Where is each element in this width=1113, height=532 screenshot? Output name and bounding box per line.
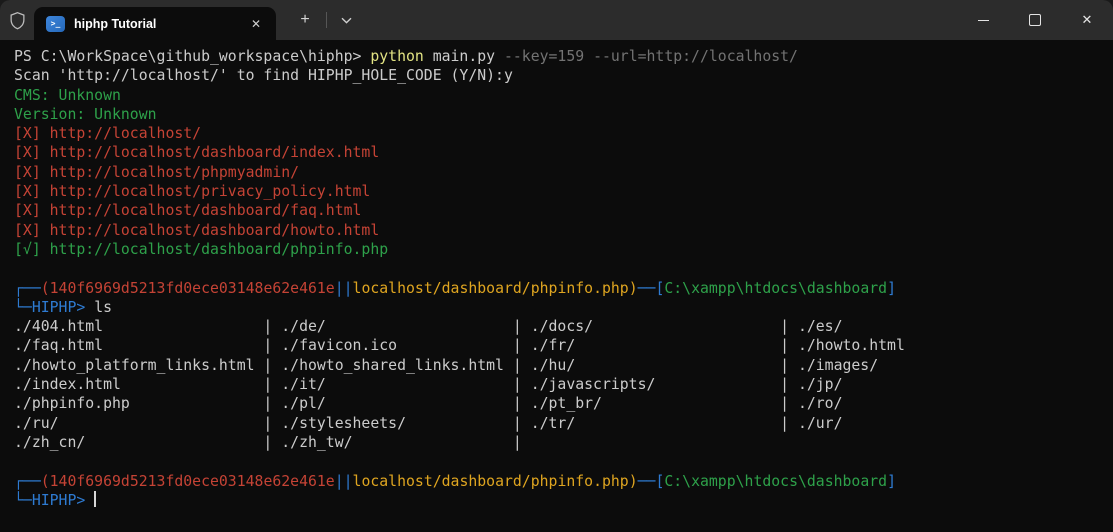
terminal-text: [X] http://localhost/dashboard/howto.htm… xyxy=(14,221,380,239)
tab-dropdown-button[interactable] xyxy=(331,0,361,40)
terminal-line: ./index.html | ./it/ | ./javascripts/ | … xyxy=(14,375,1113,394)
tab-close-icon[interactable]: ✕ xyxy=(244,12,268,36)
terminal-text: [X] http://localhost/phpmyadmin/ xyxy=(14,163,300,181)
terminal-line: [X] http://localhost/dashboard/index.htm… xyxy=(14,143,1113,162)
terminal-text: HIPHP> xyxy=(31,298,86,316)
terminal-line: ┌──(140f6969d5213fd0ece03148e62e461e||lo… xyxy=(14,472,1113,491)
terminal-line: PS C:\WorkSpace\github_workspace\hiphp> … xyxy=(14,47,1113,66)
terminal-text: C:\xampp\htdocs\dashboard xyxy=(664,472,888,490)
terminal-line: [√] http://localhost/dashboard/phpinfo.p… xyxy=(14,240,1113,259)
minimize-icon xyxy=(977,19,989,21)
terminal-text: HIPHP> xyxy=(31,491,86,509)
terminal-text: ./zh_cn/ | ./zh_tw/ | xyxy=(14,433,531,451)
maximize-button[interactable] xyxy=(1009,0,1061,40)
terminal-line: └─HIPHP> xyxy=(14,490,1113,510)
powershell-icon: >_ xyxy=(46,15,65,32)
terminal-text: ./ru/ | ./stylesheets/ | ./tr/ | ./ur/ xyxy=(14,414,843,432)
text-cursor xyxy=(94,490,96,507)
terminal-text: ./howto_platform_links.html | ./howto_sh… xyxy=(14,356,879,374)
terminal-text: └─ xyxy=(14,298,32,316)
terminal-line: ┌──(140f6969d5213fd0ece03148e62e461e||lo… xyxy=(14,279,1113,298)
terminal-text: CMS: Unknown xyxy=(14,86,121,104)
terminal-text: main.py xyxy=(423,48,504,65)
terminal-text: Version: Unknown xyxy=(14,105,157,123)
terminal-text: ./faq.html | ./favicon.ico | ./fr/ | ./h… xyxy=(14,337,905,355)
terminal-line: [X] http://localhost/dashboard/howto.htm… xyxy=(14,221,1113,240)
terminal-text: ls xyxy=(94,298,113,316)
close-button[interactable]: ✕ xyxy=(1061,0,1113,40)
terminal-window: >_ hiphp Tutorial ✕ + ✕ PS C:\WorkSpace\… xyxy=(0,0,1113,532)
terminal-text: Scan 'http://localhost/' to find HIPHP_H… xyxy=(14,67,513,85)
terminal-text: ] xyxy=(887,472,896,490)
terminal-text: ──[ xyxy=(637,472,665,490)
terminal-text: [√] http://localhost/dashboard/phpinfo.p… xyxy=(14,240,389,258)
chevron-down-icon xyxy=(341,17,351,24)
terminal-line: ./ru/ | ./stylesheets/ | ./tr/ | ./ur/ xyxy=(14,414,1113,433)
terminal-text: [X] http://localhost/dashboard/faq.html xyxy=(14,202,362,220)
terminal-line: Scan 'http://localhost/' to find HIPHP_H… xyxy=(14,66,1113,85)
maximize-icon xyxy=(1029,14,1041,26)
terminal-line: [X] http://localhost/ xyxy=(14,124,1113,143)
tab-hiphp-tutorial[interactable]: >_ hiphp Tutorial ✕ xyxy=(34,7,276,40)
terminal-text: localhost/dashboard/phpinfo.php) xyxy=(352,279,638,297)
terminal-text: (140f6969d5213fd0ece03148e62e461e xyxy=(40,279,335,297)
terminal-text: python xyxy=(370,48,424,65)
terminal-output[interactable]: PS C:\WorkSpace\github_workspace\hiphp> … xyxy=(0,40,1113,532)
terminal-line: ./howto_platform_links.html | ./howto_sh… xyxy=(14,356,1113,375)
terminal-line: ./phpinfo.php | ./pl/ | ./pt_br/ | ./ro/ xyxy=(14,394,1113,413)
terminal-text: --key=159 --url=http://localhost/ xyxy=(503,48,798,65)
terminal-line: ./zh_cn/ | ./zh_tw/ | xyxy=(14,433,1113,452)
terminal-line: [X] http://localhost/phpmyadmin/ xyxy=(14,163,1113,182)
terminal-line: CMS: Unknown xyxy=(14,86,1113,105)
terminal-text: ./index.html | ./it/ | ./javascripts/ | … xyxy=(14,376,843,394)
terminal-text: ./phpinfo.php | ./pl/ | ./pt_br/ | ./ro/ xyxy=(14,395,843,413)
minimize-button[interactable] xyxy=(957,0,1009,40)
terminal-text: localhost/dashboard/phpinfo.php) xyxy=(352,472,638,490)
close-icon: ✕ xyxy=(1081,12,1093,27)
terminal-text: C:\xampp\htdocs\dashboard xyxy=(664,279,888,297)
terminal-line: ./404.html | ./de/ | ./docs/ | ./es/ xyxy=(14,317,1113,336)
title-bar[interactable]: >_ hiphp Tutorial ✕ + ✕ xyxy=(0,0,1113,40)
titlebar-divider xyxy=(326,12,327,28)
terminal-line: Version: Unknown xyxy=(14,105,1113,124)
terminal-text: (140f6969d5213fd0ece03148e62e461e xyxy=(40,472,335,490)
admin-shield-icon xyxy=(0,0,34,40)
terminal-text: ──[ xyxy=(637,279,665,297)
terminal-line: [X] http://localhost/dashboard/faq.html xyxy=(14,201,1113,220)
terminal-line: ./faq.html | ./favicon.ico | ./fr/ | ./h… xyxy=(14,336,1113,355)
tab-title: hiphp Tutorial xyxy=(74,16,157,31)
terminal-text: [X] http://localhost/dashboard/index.htm… xyxy=(14,144,380,162)
terminal-text: || xyxy=(334,472,353,490)
terminal-text: [X] http://localhost/ xyxy=(14,125,202,143)
terminal-text: ./404.html | ./de/ | ./docs/ | ./es/ xyxy=(14,318,843,336)
terminal-line: [X] http://localhost/privacy_policy.html xyxy=(14,182,1113,201)
terminal-line: └─HIPHP> ls xyxy=(14,298,1113,317)
terminal-text: [X] http://localhost/privacy_policy.html xyxy=(14,183,371,201)
terminal-text: ] xyxy=(887,279,896,297)
terminal-text: ┌── xyxy=(14,472,41,490)
terminal-text: ┌── xyxy=(14,279,41,297)
terminal-text: PS C:\WorkSpace\github_workspace\hiphp> xyxy=(14,48,371,65)
new-tab-button[interactable]: + xyxy=(288,0,322,40)
terminal-text: || xyxy=(334,279,353,297)
terminal-text: └─ xyxy=(14,491,32,509)
